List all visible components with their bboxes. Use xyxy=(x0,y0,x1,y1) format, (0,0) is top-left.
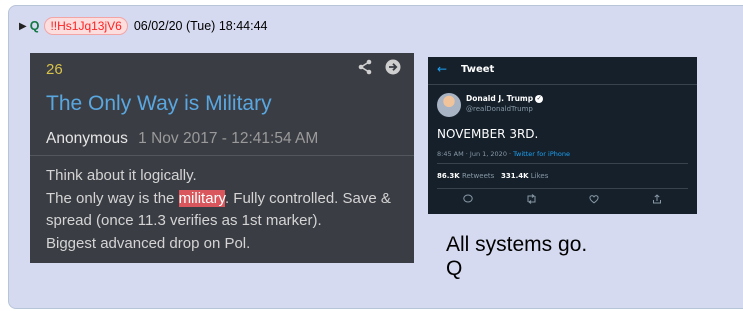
caption-signature: Q xyxy=(446,257,463,280)
retweet-count[interactable]: 86.3K xyxy=(437,172,460,180)
forward-arrow-icon[interactable] xyxy=(385,59,401,80)
post-header: ▶ Q !!Hs1Jq13jV6 06/02/20 (Tue) 18:44:44 xyxy=(19,16,267,36)
tweet-header-label: Tweet xyxy=(461,64,495,75)
tweet-stats: 86.3K Retweets 331.4K Likes xyxy=(437,172,548,180)
tweet-screenshot: ← Tweet Donald J. Trump ✓ @realDonaldTrum… xyxy=(428,57,697,214)
retweet-label: Retweets xyxy=(461,172,495,180)
reply-icon[interactable] xyxy=(463,194,473,207)
body-text: The only way is the xyxy=(46,189,179,207)
like-count[interactable]: 331.4K xyxy=(501,172,529,180)
verified-badge-icon: ✓ xyxy=(535,95,544,103)
post-timestamp: 1 Nov 2017 - 12:41:54 AM xyxy=(138,130,319,147)
caption-line: All systems go. xyxy=(446,233,588,256)
tripcode-badge[interactable]: !!Hs1Jq13jV6 xyxy=(44,17,128,35)
expand-triangle-icon[interactable]: ▶ xyxy=(19,21,27,32)
share-icon[interactable] xyxy=(652,194,662,207)
card-actions xyxy=(357,59,401,80)
post-datetime: 06/02/20 (Tue) 18:44:44 xyxy=(133,19,268,33)
highlighted-word: military xyxy=(178,189,225,207)
retweet-icon[interactable] xyxy=(526,194,537,207)
tweet-meta: 8:45 AM · Jun 1, 2020 · Twitter for iPho… xyxy=(437,150,570,158)
tweet-text: NOVEMBER 3RD. xyxy=(437,127,539,141)
post-caption: All systems go. Q xyxy=(446,233,587,281)
q-marker: Q xyxy=(29,19,40,33)
post-title[interactable]: The Only Way is Military xyxy=(46,92,272,116)
post-container: ▶ Q !!Hs1Jq13jV6 06/02/20 (Tue) 18:44:44… xyxy=(8,5,743,309)
post-author-line: Anonymous 1 Nov 2017 - 12:41:54 AM xyxy=(46,130,318,148)
divider xyxy=(437,188,688,189)
post-number: 26 xyxy=(46,61,63,78)
share-icon[interactable] xyxy=(357,59,373,80)
body-text: . Fully controlled. Save & xyxy=(224,189,391,207)
tweet-source[interactable]: Twitter for iPhone xyxy=(513,150,570,158)
author-name: Anonymous xyxy=(46,130,128,147)
like-icon[interactable] xyxy=(589,194,599,207)
body-line: Biggest advanced drop on Pol. xyxy=(46,234,251,252)
body-line: The only way is the military. Fully cont… xyxy=(46,188,408,211)
tweet-time: 8:45 AM · Jun 1, 2020 · xyxy=(437,150,514,158)
divider xyxy=(437,163,688,164)
tweet-display-name: Donald J. Trump ✓ xyxy=(466,94,544,103)
embedded-post-card: 26 The Only Way is Military Anonymous 1 … xyxy=(30,53,414,263)
like-label: Likes xyxy=(530,172,549,180)
avatar[interactable] xyxy=(437,93,461,117)
tweet-actions xyxy=(437,194,688,207)
post-body: Think about it logically. The only way i… xyxy=(46,165,408,255)
tweet-topbar: ← Tweet xyxy=(428,57,697,85)
body-line: Think about it logically. xyxy=(46,167,197,184)
body-line: spread (once 11.3 verifies as 1st marker… xyxy=(46,212,322,229)
tweet-handle: @realDonaldTrump xyxy=(466,105,533,113)
divider xyxy=(30,155,414,156)
back-arrow-icon[interactable]: ← xyxy=(437,62,447,76)
